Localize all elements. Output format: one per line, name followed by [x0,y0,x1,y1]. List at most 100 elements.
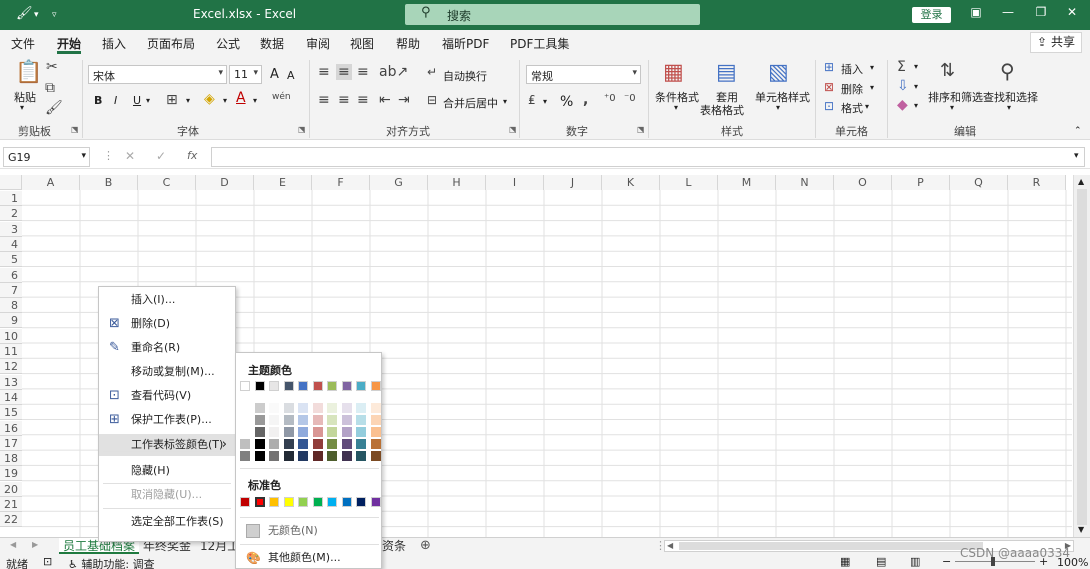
column-header[interactable]: D [196,175,254,190]
standard-color-swatch[interactable] [341,497,352,507]
theme-color-shade-swatch[interactable] [327,451,337,461]
theme-color-shade-swatch[interactable] [254,403,265,413]
scroll-up-icon[interactable]: ▲ [1078,177,1084,186]
row-header[interactable]: 9 [0,313,22,329]
column-header[interactable]: B [80,175,138,190]
context-menu-item[interactable]: ⊠ 删除(D) [99,313,235,335]
increase-indent-icon[interactable]: ⇥ [398,92,410,108]
theme-color-shade-swatch[interactable] [312,427,323,437]
italic-button[interactable]: I [114,94,117,107]
insert-chevron-icon[interactable]: ▾ [870,63,874,72]
menu-pdf-tools[interactable]: PDF工具集 [510,35,569,52]
scroll-thumb[interactable] [1077,189,1087,525]
theme-color-shade-swatch[interactable] [341,415,352,425]
border-icon[interactable]: ⊞ [166,92,178,108]
autosum-icon[interactable]: Σ [897,59,906,75]
standard-color-swatch[interactable] [356,497,366,507]
decrease-indent-icon[interactable]: ⇤ [379,92,391,108]
menu-view[interactable]: 视图 [350,35,374,52]
theme-color-swatch[interactable] [312,381,323,391]
theme-color-shade-swatch[interactable] [356,451,366,461]
theme-color-shade-swatch[interactable] [312,403,323,413]
theme-color-shade-swatch[interactable] [312,415,323,425]
menu-review[interactable]: 审阅 [306,35,330,52]
sheet-tab-payslip[interactable]: 资条 [378,538,410,554]
context-menu-item[interactable]: 工作表标签颜色(T) › [99,434,235,456]
theme-color-shade-swatch[interactable] [370,427,381,437]
align-bottom-icon[interactable]: ≡ [357,64,369,80]
theme-color-swatch[interactable] [298,381,308,391]
number-format-select[interactable]: 常规 ▾ [526,65,641,84]
theme-color-shade-swatch[interactable] [356,427,366,437]
standard-color-swatch[interactable] [327,497,337,507]
context-menu-item[interactable]: ⊞ 保护工作表(P)... [99,409,235,431]
theme-color-swatch[interactable] [341,381,352,391]
column-header[interactable]: A [22,175,80,190]
context-menu-item[interactable]: 插入(I)... [99,289,235,311]
column-header[interactable]: G [370,175,428,190]
row-header[interactable]: 7 [0,282,22,298]
column-header[interactable]: I [486,175,544,190]
zoom-out-icon[interactable]: − [942,555,951,568]
standard-color-swatch[interactable] [298,497,308,507]
shrink-font-button[interactable]: A [287,69,295,82]
standard-color-swatch[interactable] [370,497,381,507]
column-header[interactable]: M [718,175,776,190]
column-header[interactable]: P [892,175,950,190]
theme-color-shade-swatch[interactable] [370,403,381,413]
column-header[interactable]: H [428,175,486,190]
underline-button[interactable]: U [133,94,141,107]
context-menu-item[interactable]: 隐藏(H) [99,460,235,482]
row-header[interactable]: 21 [0,497,22,512]
sort-filter-chevron-icon[interactable]: ▾ [950,103,954,112]
theme-color-shade-swatch[interactable] [254,451,265,461]
name-box[interactable]: G19 ▾ [3,147,90,167]
theme-color-shade-swatch[interactable] [356,439,366,449]
column-header[interactable]: E [254,175,312,190]
cancel-icon[interactable]: ✕ [125,149,135,163]
theme-color-shade-swatch[interactable] [269,439,279,449]
wrap-text-button[interactable]: 自动换行 [443,68,487,84]
theme-color-shade-swatch[interactable] [240,427,250,437]
row-header[interactable]: 20 [0,481,22,497]
row-header[interactable]: 6 [0,267,22,283]
context-menu-item[interactable]: 移动或复制(M)... [99,361,235,383]
zoom-level[interactable]: 100% [1057,556,1088,569]
column-header[interactable]: F [312,175,370,190]
row-header[interactable]: 11 [0,344,22,359]
row-header[interactable]: 18 [0,451,22,467]
theme-color-swatch[interactable] [240,381,250,391]
sort-filter-icon[interactable]: ⇅ [940,60,955,81]
row-header[interactable]: 4 [0,236,22,252]
theme-color-shade-swatch[interactable] [327,427,337,437]
conditional-format-icon[interactable]: ▦ [663,60,684,85]
conditional-format-chevron-icon[interactable]: ▾ [674,103,678,112]
find-select-chevron-icon[interactable]: ▾ [1007,103,1011,112]
theme-color-shade-swatch[interactable] [269,403,279,413]
share-button[interactable]: ⇪ 共享 [1030,32,1082,53]
row-header[interactable]: 14 [0,389,22,405]
row-header[interactable]: 16 [0,420,22,436]
format-as-table-icon[interactable]: ▤ [716,60,737,85]
delete-cells-button[interactable]: 删除 [841,81,863,97]
theme-color-shade-swatch[interactable] [298,427,308,437]
fill-icon[interactable]: ⇩ [897,78,909,94]
scroll-down-icon[interactable]: ▼ [1078,525,1084,534]
align-right-icon[interactable]: ≡ [357,92,369,108]
theme-color-shade-swatch[interactable] [269,415,279,425]
theme-color-shade-swatch[interactable] [254,439,265,449]
menu-help[interactable]: 帮助 [396,35,420,52]
theme-color-swatch[interactable] [356,381,366,391]
theme-color-shade-swatch[interactable] [254,415,265,425]
cell-styles-icon[interactable]: ▧ [768,60,789,85]
theme-color-shade-swatch[interactable] [327,415,337,425]
font-size-select[interactable]: 11 ▾ [229,65,262,84]
theme-color-shade-swatch[interactable] [269,427,279,437]
clipboard-launcher-icon[interactable]: ⬔ [71,125,79,134]
find-select-icon[interactable]: ⚲ [1000,59,1015,83]
theme-color-shade-swatch[interactable] [312,439,323,449]
sort-filter-button[interactable]: 排序和筛选 [928,89,983,105]
row-header[interactable]: 10 [0,328,22,344]
menu-data[interactable]: 数据 [260,35,284,52]
cut-icon[interactable]: ✂ [46,59,58,75]
